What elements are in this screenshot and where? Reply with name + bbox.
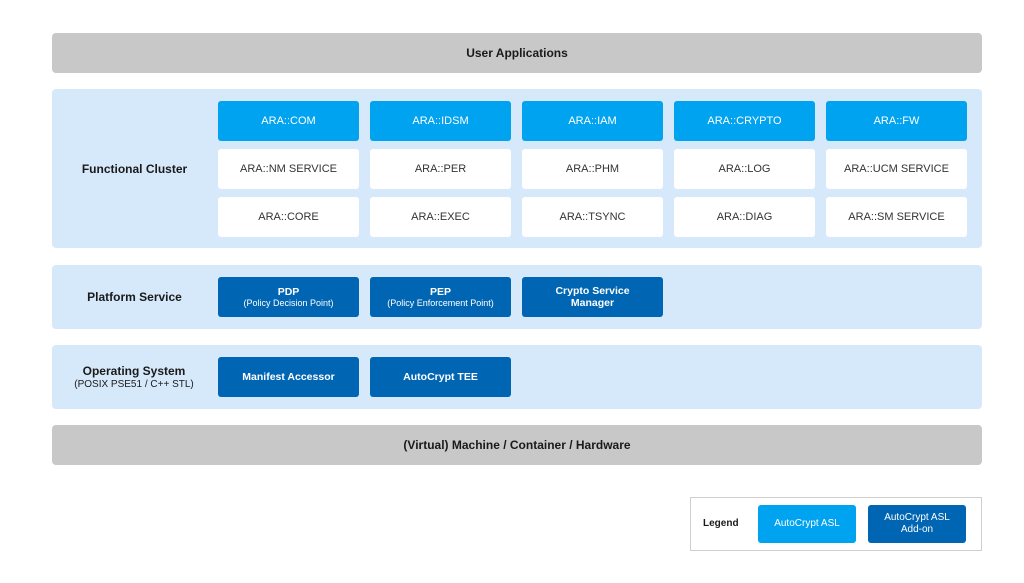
functional-cluster-band: Functional Cluster ARA::COM ARA::IDSM AR… xyxy=(52,89,982,248)
ara-core-box: ARA::CORE xyxy=(218,197,359,237)
ara-iam-box: ARA::IAM xyxy=(522,101,663,141)
user-applications-band: User Applications xyxy=(52,33,982,73)
ara-diag-box: ARA::DIAG xyxy=(674,197,815,237)
legend-title: Legend xyxy=(703,518,739,529)
hardware-band: (Virtual) Machine / Container / Hardware xyxy=(52,425,982,465)
ara-sm-service-box: ARA::SM SERVICE xyxy=(826,197,967,237)
ara-phm-box: ARA::PHM xyxy=(522,149,663,189)
pdp-box: PDP (Policy Decision Point) xyxy=(218,277,359,317)
ara-nm-service-box: ARA::NM SERVICE xyxy=(218,149,359,189)
operating-system-subtitle: (POSIX PSE51 / C++ STL) xyxy=(74,379,194,390)
legend-asl-label: AutoCrypt ASL xyxy=(774,518,840,529)
platform-service-band: Platform Service PDP (Policy Decision Po… xyxy=(52,265,982,329)
legend-addon-label: AutoCrypt ASL Add-on xyxy=(884,512,950,535)
operating-system-title: Operating System xyxy=(82,364,186,378)
pep-box: PEP (Policy Enforcement Point) xyxy=(370,277,511,317)
ara-tsync-box: ARA::TSYNC xyxy=(522,197,663,237)
ara-log-box: ARA::LOG xyxy=(674,149,815,189)
ara-ucm-service-box: ARA::UCM SERVICE xyxy=(826,149,967,189)
platform-service-label: Platform Service xyxy=(87,290,182,304)
autocrypt-tee-box: AutoCrypt TEE xyxy=(370,357,511,397)
ara-fw-box: ARA::FW xyxy=(826,101,967,141)
operating-system-band: Operating System (POSIX PSE51 / C++ STL)… xyxy=(52,345,982,409)
legend-addon-swatch: AutoCrypt ASL Add-on xyxy=(868,505,966,543)
legend: Legend AutoCrypt ASL AutoCrypt ASL Add-o… xyxy=(690,497,982,551)
ara-per-box: ARA::PER xyxy=(370,149,511,189)
hardware-label: (Virtual) Machine / Container / Hardware xyxy=(403,438,631,452)
manifest-accessor-box: Manifest Accessor xyxy=(218,357,359,397)
crypto-service-manager-box: Crypto Service Manager xyxy=(522,277,663,317)
ara-exec-box: ARA::EXEC xyxy=(370,197,511,237)
functional-cluster-label: Functional Cluster xyxy=(81,162,188,176)
legend-asl-swatch: AutoCrypt ASL xyxy=(758,505,856,543)
ara-crypto-box: ARA::CRYPTO xyxy=(674,101,815,141)
operating-system-label: Operating System (POSIX PSE51 / C++ STL) xyxy=(44,364,224,390)
ara-com-box: ARA::COM xyxy=(218,101,359,141)
user-applications-label: User Applications xyxy=(466,46,568,60)
ara-idsm-box: ARA::IDSM xyxy=(370,101,511,141)
